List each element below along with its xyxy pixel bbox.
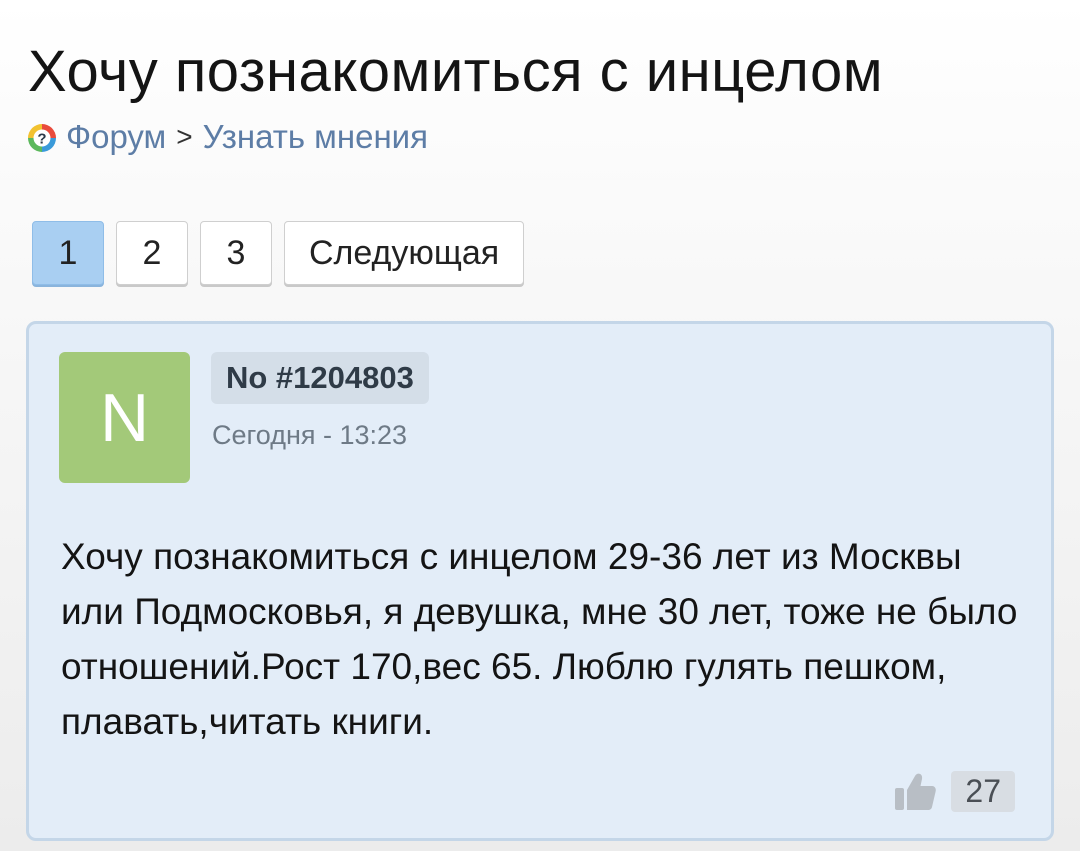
pagination: 1 2 3 Следующая xyxy=(32,221,525,285)
page-1-button[interactable]: 1 xyxy=(32,221,104,285)
forum-question-icon: ? xyxy=(28,124,56,152)
like-area: 27 xyxy=(893,770,1015,812)
breadcrumb-opinions-link[interactable]: Узнать мнения xyxy=(203,118,428,156)
post-card: N No #1204803 Сегодня - 13:23 Хочу позна… xyxy=(26,321,1054,841)
page-title: Хочу познакомиться с инцелом xyxy=(28,39,884,104)
breadcrumb-separator: > xyxy=(176,121,193,152)
like-count: 27 xyxy=(951,770,1015,812)
thumbs-up-icon[interactable] xyxy=(893,770,937,812)
breadcrumb: ? Форум > Узнать мнения xyxy=(28,118,428,156)
breadcrumb-forum-link[interactable]: Форум xyxy=(66,118,166,156)
next-page-button[interactable]: Следующая xyxy=(284,221,525,285)
post-timestamp: Сегодня - 13:23 xyxy=(212,420,408,450)
post-number-badge[interactable]: No #1204803 xyxy=(211,352,429,404)
page-3-button[interactable]: 3 xyxy=(200,221,272,285)
post-body-text: Хочу познакомиться с инцелом 29-36 лет и… xyxy=(61,536,1018,742)
svg-text:?: ? xyxy=(37,131,46,148)
page-2-button[interactable]: 2 xyxy=(116,221,188,285)
avatar[interactable]: N xyxy=(59,352,190,483)
